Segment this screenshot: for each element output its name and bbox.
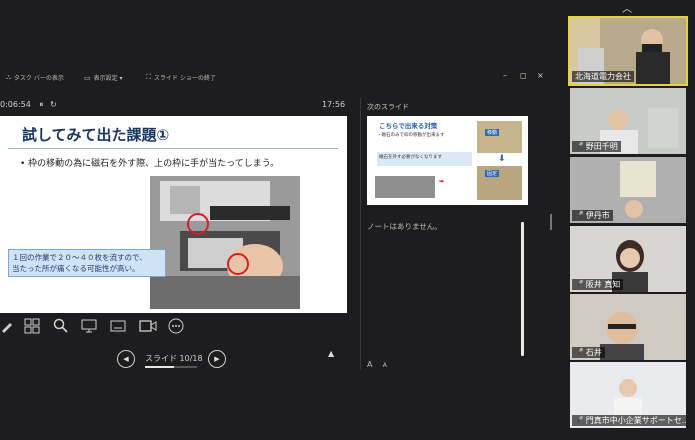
notes-scrollbar[interactable] [521,222,524,356]
previous-slide-button[interactable]: ◀ [117,350,135,368]
subtitles-icon[interactable] [110,318,126,334]
chevron-right-icon: ▶ [214,355,220,363]
caption-line-1: １回の作業で２０～４０枚を流すので、 [12,253,147,262]
mouse-cursor-icon: ▲ [328,349,335,358]
show-taskbar-button[interactable]: ⛬ タスク バーの表示 [6,73,64,82]
end-show-label: スライド ショーの終了 [153,75,216,82]
participant-tile[interactable]: 北海道電力会社 [568,16,688,86]
camera-icon[interactable] [139,318,157,334]
font-size-controls: A A [367,360,387,369]
caption-line-2: 当たった所が痛くなる可能性が高い。 [12,264,140,273]
slide-progress-fill [145,366,174,368]
chevron-left-icon: ◀ [123,355,129,363]
reset-icon[interactable]: ↻ [50,100,57,109]
current-slide: 試してみて出た課題① • 枠の移動の為に磁石を外す際、上の枠に手が当たってしまう… [0,116,347,313]
speaker-notes[interactable]: ノートはありません。 [367,221,442,232]
slide-title-rule [8,148,338,149]
end-show-button[interactable]: ⛶ スライド ショーの終了 [146,73,216,82]
next-slide-label: 次のスライド [367,103,409,111]
zoom-icon[interactable] [53,318,69,334]
sewing-machine-photo [150,176,300,309]
taskbar-icon: ⛬ [6,73,11,81]
close-button[interactable]: × [537,71,544,80]
next-slide-thumbnail[interactable]: こちらで出来る対策 ・磁石のみで枠の移動が出来ます 磁石を外す必要がなくなります… [367,116,528,205]
thumb-label-2: 固定 [485,170,500,177]
next-slide-button[interactable]: ▶ [208,350,226,368]
display-settings-label: 表示設定 ▾ [93,75,123,82]
participant-name-tag: 🎤 阪井 真知 [572,279,624,290]
thumb-label-1: 移動 [485,129,500,136]
slide-indicator: スライド 10/18 [145,354,203,363]
more-options-icon[interactable] [168,318,184,334]
pointer-screen-icon[interactable] [81,318,97,334]
participant-name: 野田千明 [585,142,618,151]
participant-name-tag: 🎤 伊丹市 [572,210,613,221]
end-show-icon: ⛶ [146,73,151,81]
participant-name-tag: 🎤 石井 [572,347,605,358]
chevron-up-icon[interactable]: ︿ [622,0,632,15]
participant-tile[interactable]: 🎤 石井 [570,294,686,360]
pause-icon[interactable]: ⏸ [39,100,43,109]
participant-name-tag: 北海道電力会社 [572,71,634,82]
presenter-toolbar: ⛬ タスク バーの表示 ▭ 表示設定 ▾ ⛶ スライド ショーの終了 – ◻ × [0,68,560,88]
display-icon: ▭ [84,73,91,82]
thumb-box: 磁石を外す必要がなくなります [377,152,472,166]
pen-icon[interactable] [0,318,16,334]
thumb-photo-3 [375,176,435,198]
elapsed-time: 0:06:54 [0,100,31,109]
all-slides-icon[interactable] [24,318,40,334]
slide-progress [145,366,197,368]
participant-name-tag: 🎤 野田千明 [572,141,621,152]
panel-divider[interactable] [360,98,361,370]
minimize-button[interactable]: – [503,71,507,80]
mic-off-icon: 🎤 [575,211,584,219]
thumb-photo-1: 移動 [477,121,522,153]
slide-title: 試してみて出た課題① [22,126,170,144]
thumb-text-1: ・磁石のみで枠の移動が出来ます [377,133,445,138]
participant-name-tag: 🎤 門真市中小企業サポートセ... [572,415,686,426]
mic-off-icon: 🎤 [575,348,584,356]
decrease-font-button[interactable]: A [383,362,387,369]
increase-font-button[interactable]: A [367,360,372,369]
participant-tile[interactable]: 🎤 野田千明 [570,88,686,154]
thumb-text-2: 磁石を外す必要がなくなります [379,155,442,160]
display-settings-button[interactable]: ▭ 表示設定 ▾ [84,73,123,83]
thumb-arrow-icon: ⬇ [498,154,506,164]
mic-off-icon: 🎤 [575,280,584,288]
participant-name: 伊丹市 [585,211,610,220]
timer-row: 0:06:54 ⏸ ↻ [0,100,57,110]
slide-tools [0,318,200,338]
show-taskbar-label: タスク バーの表示 [13,75,64,82]
thumb-photo-2: 固定 [477,166,522,200]
slide-photo [150,176,300,309]
participant-tile[interactable]: 🎤 門真市中小企業サポートセ... [570,362,686,428]
thumb-arrow-right-icon: ➡ [439,178,445,185]
participant-tile[interactable]: 🎤 阪井 真知 [570,226,686,292]
participant-name: 門真市中小企業サポートセ... [585,416,686,425]
participant-name: 北海道電力会社 [575,72,631,81]
thumb-title: こちらで出来る対策 [379,122,438,130]
slide-bullet: • 枠の移動の為に磁石を外す際、上の枠に手が当たってしまう。 [20,159,280,169]
mic-off-icon: 🎤 [575,416,584,424]
slide-caption: １回の作業で２０～４０枚を流すので、 当たった所が痛くなる可能性が高い。 [8,249,166,277]
splitter-handle[interactable] [550,214,552,230]
participant-name: 阪井 真知 [585,280,621,289]
participant-tile[interactable]: 🎤 伊丹市 [570,157,686,223]
mic-off-icon: 🎤 [575,142,584,150]
restore-button[interactable]: ◻ [520,71,527,80]
participant-name: 石井 [585,348,602,357]
clock: 17:56 [322,100,346,109]
